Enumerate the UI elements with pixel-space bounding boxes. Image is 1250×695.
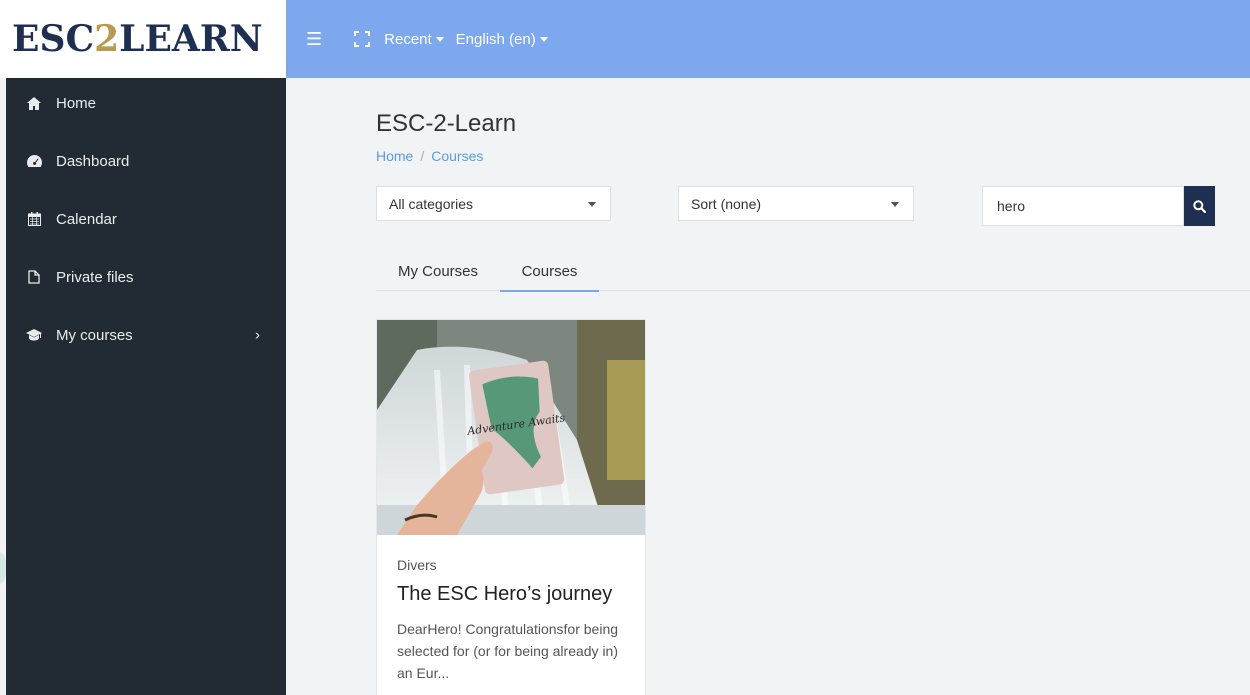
hamburger-menu-icon[interactable]: ☰	[306, 29, 322, 50]
graduation-cap-icon	[26, 327, 42, 343]
sidebar-item-my-courses[interactable]: My courses ›	[6, 306, 286, 364]
course-search	[982, 186, 1215, 226]
fullscreen-icon[interactable]	[354, 31, 371, 47]
course-card-body: Divers The ESC Hero’s journey DearHero! …	[377, 535, 645, 695]
sidebar-item-label: Calendar	[56, 210, 117, 228]
course-tabs: My Courses Courses	[376, 252, 1250, 292]
chevron-right-icon: ›	[255, 326, 260, 344]
filter-bar: All categories Sort (none)	[376, 186, 1250, 226]
tab-courses[interactable]: Courses	[500, 252, 599, 292]
home-icon	[26, 95, 42, 111]
sidebar-item-private-files[interactable]: Private files	[6, 248, 286, 306]
logo-area[interactable]: ESC2LEARN	[0, 0, 286, 78]
chevron-down-icon	[539, 36, 548, 42]
site-logo[interactable]: ESC2LEARN	[12, 21, 263, 57]
top-navbar: ☰ Recent English (en)	[286, 0, 1250, 78]
main-content: ESC-2-Learn Home / Courses All categorie…	[376, 78, 1250, 695]
recent-label: Recent	[384, 30, 432, 48]
language-label: English (en)	[455, 30, 536, 48]
sidebar-item-calendar[interactable]: Calendar	[6, 190, 286, 248]
sort-select[interactable]: Sort (none)	[678, 186, 914, 221]
search-icon	[1193, 199, 1207, 213]
recent-dropdown[interactable]: Recent	[384, 31, 444, 48]
calendar-icon	[26, 211, 42, 227]
search-input[interactable]	[982, 186, 1185, 226]
breadcrumb-separator: /	[420, 148, 425, 164]
chevron-down-icon	[435, 36, 444, 42]
breadcrumb-home-link[interactable]: Home	[376, 148, 413, 164]
breadcrumb-courses-link[interactable]: Courses	[431, 148, 483, 164]
category-select-value: All categories	[389, 195, 474, 212]
course-description: DearHero! Congratulationsfor being selec…	[397, 621, 619, 681]
page-title: ESC-2-Learn	[376, 110, 517, 137]
tab-my-courses[interactable]: My Courses	[376, 252, 500, 291]
language-dropdown[interactable]: English (en)	[456, 31, 548, 48]
search-button[interactable]	[1184, 186, 1215, 226]
sidebar-item-home[interactable]: Home	[6, 74, 286, 132]
file-icon	[26, 269, 42, 285]
course-card[interactable]: Adventure Awaits Divers The ESC Hero’s j…	[376, 319, 646, 695]
sidebar-item-label: Private files	[56, 268, 134, 286]
sidebar-item-label: Dashboard	[56, 152, 130, 170]
sidebar-item-label: Home	[56, 94, 97, 112]
course-image[interactable]: Adventure Awaits	[377, 320, 645, 535]
category-select[interactable]: All categories	[376, 186, 611, 221]
sidebar: Home Dashboard Calendar Private files My…	[6, 78, 286, 695]
breadcrumb: Home / Courses	[376, 148, 1250, 164]
sidebar-item-label: My courses	[56, 326, 133, 344]
chevron-down-icon	[891, 202, 899, 207]
sidebar-item-dashboard[interactable]: Dashboard	[6, 132, 286, 190]
course-category: Divers	[397, 557, 437, 573]
chevron-down-icon	[588, 202, 596, 207]
sort-select-value: Sort (none)	[691, 195, 762, 212]
dashboard-icon	[26, 153, 42, 169]
course-title[interactable]: The ESC Hero’s journey	[397, 583, 625, 606]
